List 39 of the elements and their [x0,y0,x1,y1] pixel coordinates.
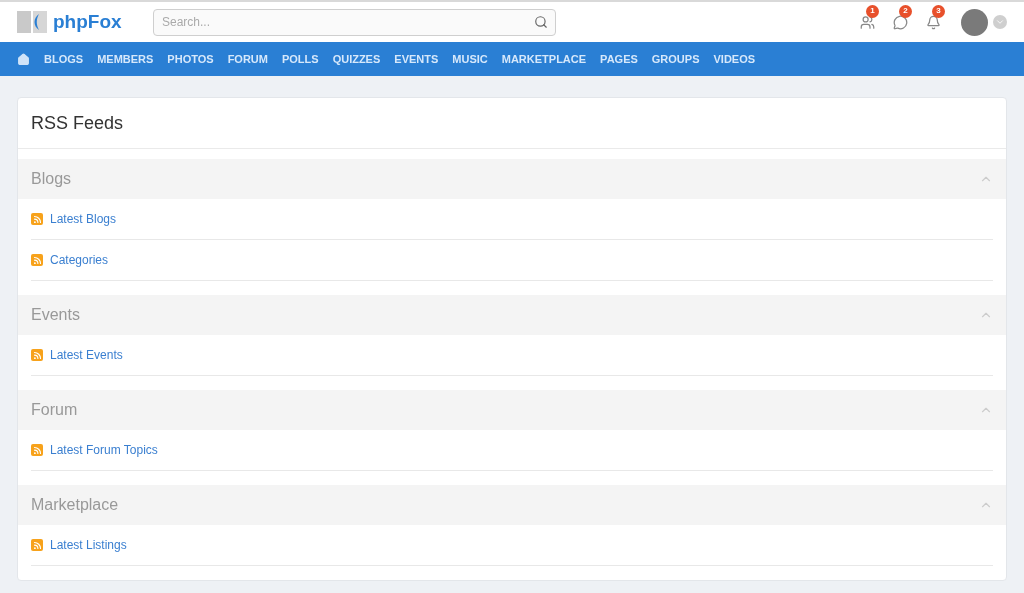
feed-link[interactable]: Latest Blogs [50,210,117,228]
bell-icon[interactable] [926,14,941,30]
section-header[interactable]: Marketplace [18,485,1006,525]
feed-link[interactable]: Latest Forum Topics [50,441,158,459]
nav-link[interactable]: MARKETPLACE [501,50,587,68]
feed-link[interactable]: Latest Listings [50,536,127,554]
search-field[interactable]: Search... [153,8,556,36]
count-badge: 3 [932,4,945,18]
nav-link[interactable]: POLLS [281,50,319,68]
nav-link[interactable]: GROUPS [651,50,700,68]
nav-link[interactable]: PAGES [600,50,638,68]
nav-link[interactable]: MEMBERS [97,50,154,68]
avatar[interactable] [961,8,988,36]
page-title: RSS Feeds [31,111,124,135]
rss-icon [31,444,43,456]
section-header[interactable]: Events [18,295,1006,335]
logo-icon [17,9,49,35]
search-icon[interactable] [534,14,548,29]
rss-icon [31,349,43,361]
nav-link[interactable]: QUIZZES [332,50,381,68]
nav-link[interactable]: FORUM [227,50,268,68]
nav-link[interactable]: BLOGS [44,50,84,68]
count-badge: 2 [899,4,912,18]
rss-icon [31,213,43,225]
count-badge: 1 [866,4,879,18]
nav-link[interactable]: EVENTS [394,50,439,68]
rss-icon [31,254,43,266]
logo-text[interactable]: phpFox [53,7,122,37]
nav-link[interactable]: VIDEOS [713,50,756,68]
nav-link[interactable]: MUSIC [452,50,488,68]
section-header[interactable]: Forum [18,390,1006,430]
people-icon[interactable] [860,14,875,30]
home-icon[interactable] [17,52,30,66]
feed-link[interactable]: Categories [50,251,109,269]
chat-icon[interactable] [893,14,908,30]
rss-icon [31,539,43,551]
section-header[interactable]: Blogs [18,159,1006,199]
feed-link[interactable]: Latest Events [50,346,123,364]
nav-link[interactable]: PHOTOS [167,50,214,68]
